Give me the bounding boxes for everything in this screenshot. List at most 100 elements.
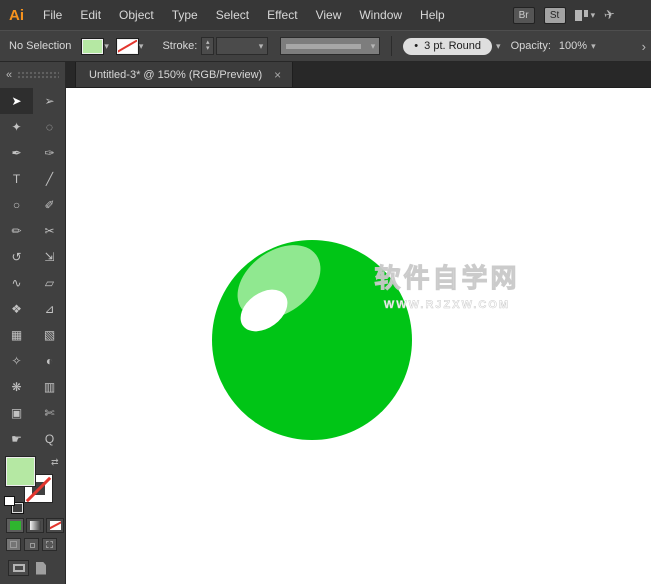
free-transform-tool[interactable]: ▱ bbox=[33, 270, 66, 296]
pencil-tool[interactable]: ✏ bbox=[0, 218, 33, 244]
menu-view[interactable]: View bbox=[307, 0, 351, 30]
color-button[interactable] bbox=[6, 518, 24, 533]
document-tab[interactable]: Untitled-3* @ 150% (RGB/Preview) × bbox=[75, 62, 293, 87]
brush-dot-icon: • bbox=[414, 40, 418, 52]
pen-tool[interactable]: ✒ bbox=[0, 140, 33, 166]
menu-select[interactable]: Select bbox=[207, 0, 258, 30]
fill-swatch[interactable] bbox=[83, 40, 102, 53]
none-button-swatch bbox=[50, 521, 61, 530]
watermark-url: WWW.RJZXW.COM bbox=[357, 299, 537, 311]
chevron-down-icon: ▾ bbox=[591, 42, 596, 51]
draw-inside-button[interactable] bbox=[42, 538, 57, 551]
width-tool[interactable]: ∿ bbox=[0, 270, 33, 296]
menu-bar: Ai FileEditObjectTypeSelectEffectViewWin… bbox=[0, 0, 651, 30]
direct-selection-tool[interactable]: ➢ bbox=[33, 88, 66, 114]
width-profile-select[interactable]: ▾ bbox=[280, 37, 380, 55]
watermark: 软件自学网 WWW.RJZXW.COM bbox=[357, 258, 537, 311]
tool-grid: ➤➢✦◌✒✑T╱○✐✏✂↺⇲∿▱❖⊿▦▧✧◐❋▥▣✄☛Q bbox=[0, 88, 65, 452]
document-tab-bar: Untitled-3* @ 150% (RGB/Preview) × bbox=[66, 62, 651, 88]
menu-file[interactable]: File bbox=[34, 0, 71, 30]
draw-mode-buttons bbox=[0, 538, 65, 551]
swap-fill-stroke-icon[interactable]: ⇄ bbox=[51, 457, 59, 468]
stroke-weight-select[interactable]: ▾ bbox=[216, 37, 268, 55]
opacity-value: 100% bbox=[559, 40, 587, 52]
slice-tool[interactable]: ✄ bbox=[33, 400, 66, 426]
uniform-profile-preview bbox=[286, 44, 361, 49]
none-button[interactable] bbox=[46, 518, 64, 533]
canvas[interactable]: 软件自学网 WWW.RJZXW.COM bbox=[67, 88, 651, 584]
stroke-swatch[interactable] bbox=[118, 40, 137, 53]
stroke-weight-stepper[interactable]: ▴ ▾ bbox=[201, 37, 214, 55]
opacity-select[interactable]: 100% ▾ bbox=[559, 40, 596, 52]
eyedropper-tool[interactable]: ✧ bbox=[0, 348, 33, 374]
panel-overflow-icon[interactable]: › bbox=[642, 39, 646, 54]
separator bbox=[391, 36, 392, 56]
mesh-tool[interactable]: ▦ bbox=[0, 322, 33, 348]
close-tab-icon[interactable]: × bbox=[274, 68, 281, 82]
opacity-label: Opacity: bbox=[511, 40, 551, 52]
bridge-button[interactable]: Br bbox=[513, 7, 535, 24]
workspace-icon bbox=[575, 10, 588, 21]
spinner-down-icon[interactable]: ▾ bbox=[206, 46, 210, 52]
rotate-tool[interactable]: ↺ bbox=[0, 244, 33, 270]
shape-builder-tool[interactable]: ❖ bbox=[0, 296, 33, 322]
perspective-grid-tool[interactable]: ⊿ bbox=[33, 296, 66, 322]
brush-name: 3 pt. Round bbox=[424, 40, 481, 52]
brush-select[interactable]: • 3 pt. Round bbox=[403, 38, 492, 55]
menu-type[interactable]: Type bbox=[163, 0, 207, 30]
stroke-label[interactable]: Stroke: bbox=[162, 40, 197, 52]
watermark-title: 软件自学网 bbox=[357, 258, 537, 295]
lasso-tool[interactable]: ◌ bbox=[33, 114, 66, 140]
workspace-switcher[interactable]: ▾ bbox=[575, 10, 596, 21]
gradient-button[interactable] bbox=[26, 518, 44, 533]
share-icon[interactable]: ✈ bbox=[603, 6, 617, 24]
scissors-tool[interactable]: ✂ bbox=[33, 218, 66, 244]
chevron-down-icon: ▾ bbox=[259, 42, 264, 51]
menu-help[interactable]: Help bbox=[411, 0, 454, 30]
color-mode-buttons bbox=[0, 518, 65, 533]
screen-mode-button[interactable] bbox=[8, 560, 29, 576]
panel-grip[interactable] bbox=[17, 71, 59, 79]
menu-object[interactable]: Object bbox=[110, 0, 163, 30]
paintbrush-tool[interactable]: ✐ bbox=[33, 192, 66, 218]
stock-button[interactable]: St bbox=[544, 7, 566, 24]
hand-tool[interactable]: ☛ bbox=[0, 426, 33, 452]
tools-panel-header: « bbox=[0, 62, 65, 88]
gradient-tool[interactable]: ▧ bbox=[33, 322, 66, 348]
draw-behind-button[interactable] bbox=[24, 538, 39, 551]
document-icon bbox=[36, 562, 46, 575]
app-logo-icon: Ai bbox=[0, 7, 34, 24]
default-fill-stroke-icon[interactable] bbox=[5, 497, 22, 512]
selection-tool[interactable]: ➤ bbox=[0, 88, 33, 114]
control-bar: No Selection ▾ ▾ Stroke: ▴ ▾ ▾ ▾ • 3 pt.… bbox=[0, 30, 651, 62]
menu-items: FileEditObjectTypeSelectEffectViewWindow… bbox=[34, 0, 454, 30]
menu-effect[interactable]: Effect bbox=[258, 0, 306, 30]
artboard-tool[interactable]: ▣ bbox=[0, 400, 33, 426]
menu-edit[interactable]: Edit bbox=[71, 0, 110, 30]
monitor-icon bbox=[13, 564, 25, 572]
fill-color-control[interactable]: ▾ bbox=[83, 40, 109, 53]
ellipse-tool[interactable]: ○ bbox=[0, 192, 33, 218]
menu-bar-right: Br St ▾ ✈ bbox=[513, 7, 651, 24]
collapse-panel-button[interactable]: « bbox=[6, 69, 12, 81]
line-segment-tool[interactable]: ╱ bbox=[33, 166, 66, 192]
tools-panel-bottom bbox=[0, 560, 65, 576]
chevron-down-icon[interactable]: ▾ bbox=[104, 42, 109, 51]
chevron-down-icon: ▾ bbox=[591, 11, 596, 20]
gradient-button-swatch bbox=[30, 521, 41, 530]
chevron-down-icon[interactable]: ▾ bbox=[139, 42, 144, 51]
column-graph-tool[interactable]: ▥ bbox=[33, 374, 66, 400]
stroke-color-control[interactable]: ▾ bbox=[118, 40, 144, 53]
fill-color-box[interactable] bbox=[7, 458, 34, 485]
scale-tool[interactable]: ⇲ bbox=[33, 244, 66, 270]
blend-tool[interactable]: ◐ bbox=[33, 348, 66, 374]
draw-normal-button[interactable] bbox=[6, 538, 21, 551]
symbol-sprayer-tool[interactable]: ❋ bbox=[0, 374, 33, 400]
chevron-down-icon[interactable]: ▾ bbox=[496, 42, 501, 51]
curvature-tool[interactable]: ✑ bbox=[33, 140, 66, 166]
tools-panel: « ➤➢✦◌✒✑T╱○✐✏✂↺⇲∿▱❖⊿▦▧✧◐❋▥▣✄☛Q ⇄ bbox=[0, 62, 66, 584]
type-tool[interactable]: T bbox=[0, 166, 33, 192]
magic-wand-tool[interactable]: ✦ bbox=[0, 114, 33, 140]
menu-window[interactable]: Window bbox=[350, 0, 411, 30]
zoom-tool[interactable]: Q bbox=[33, 426, 66, 452]
